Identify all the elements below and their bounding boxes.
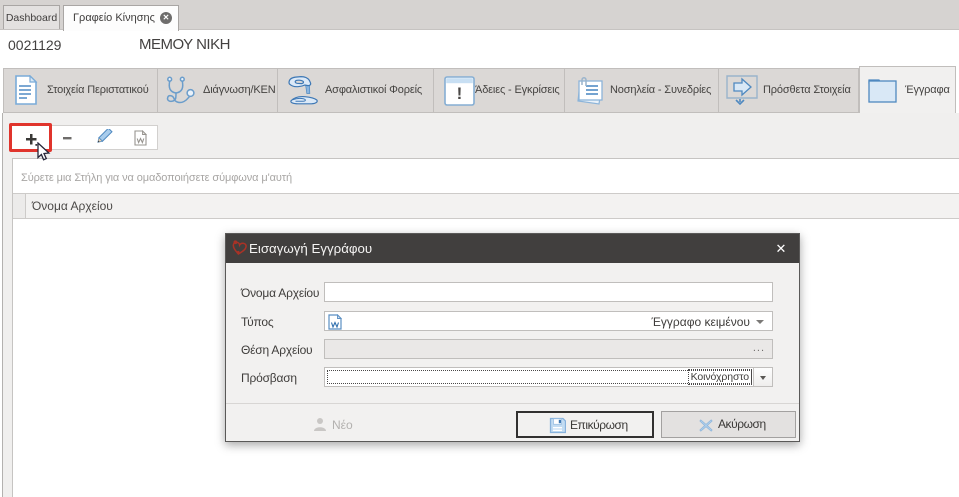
svg-text:!: ! xyxy=(457,84,463,103)
